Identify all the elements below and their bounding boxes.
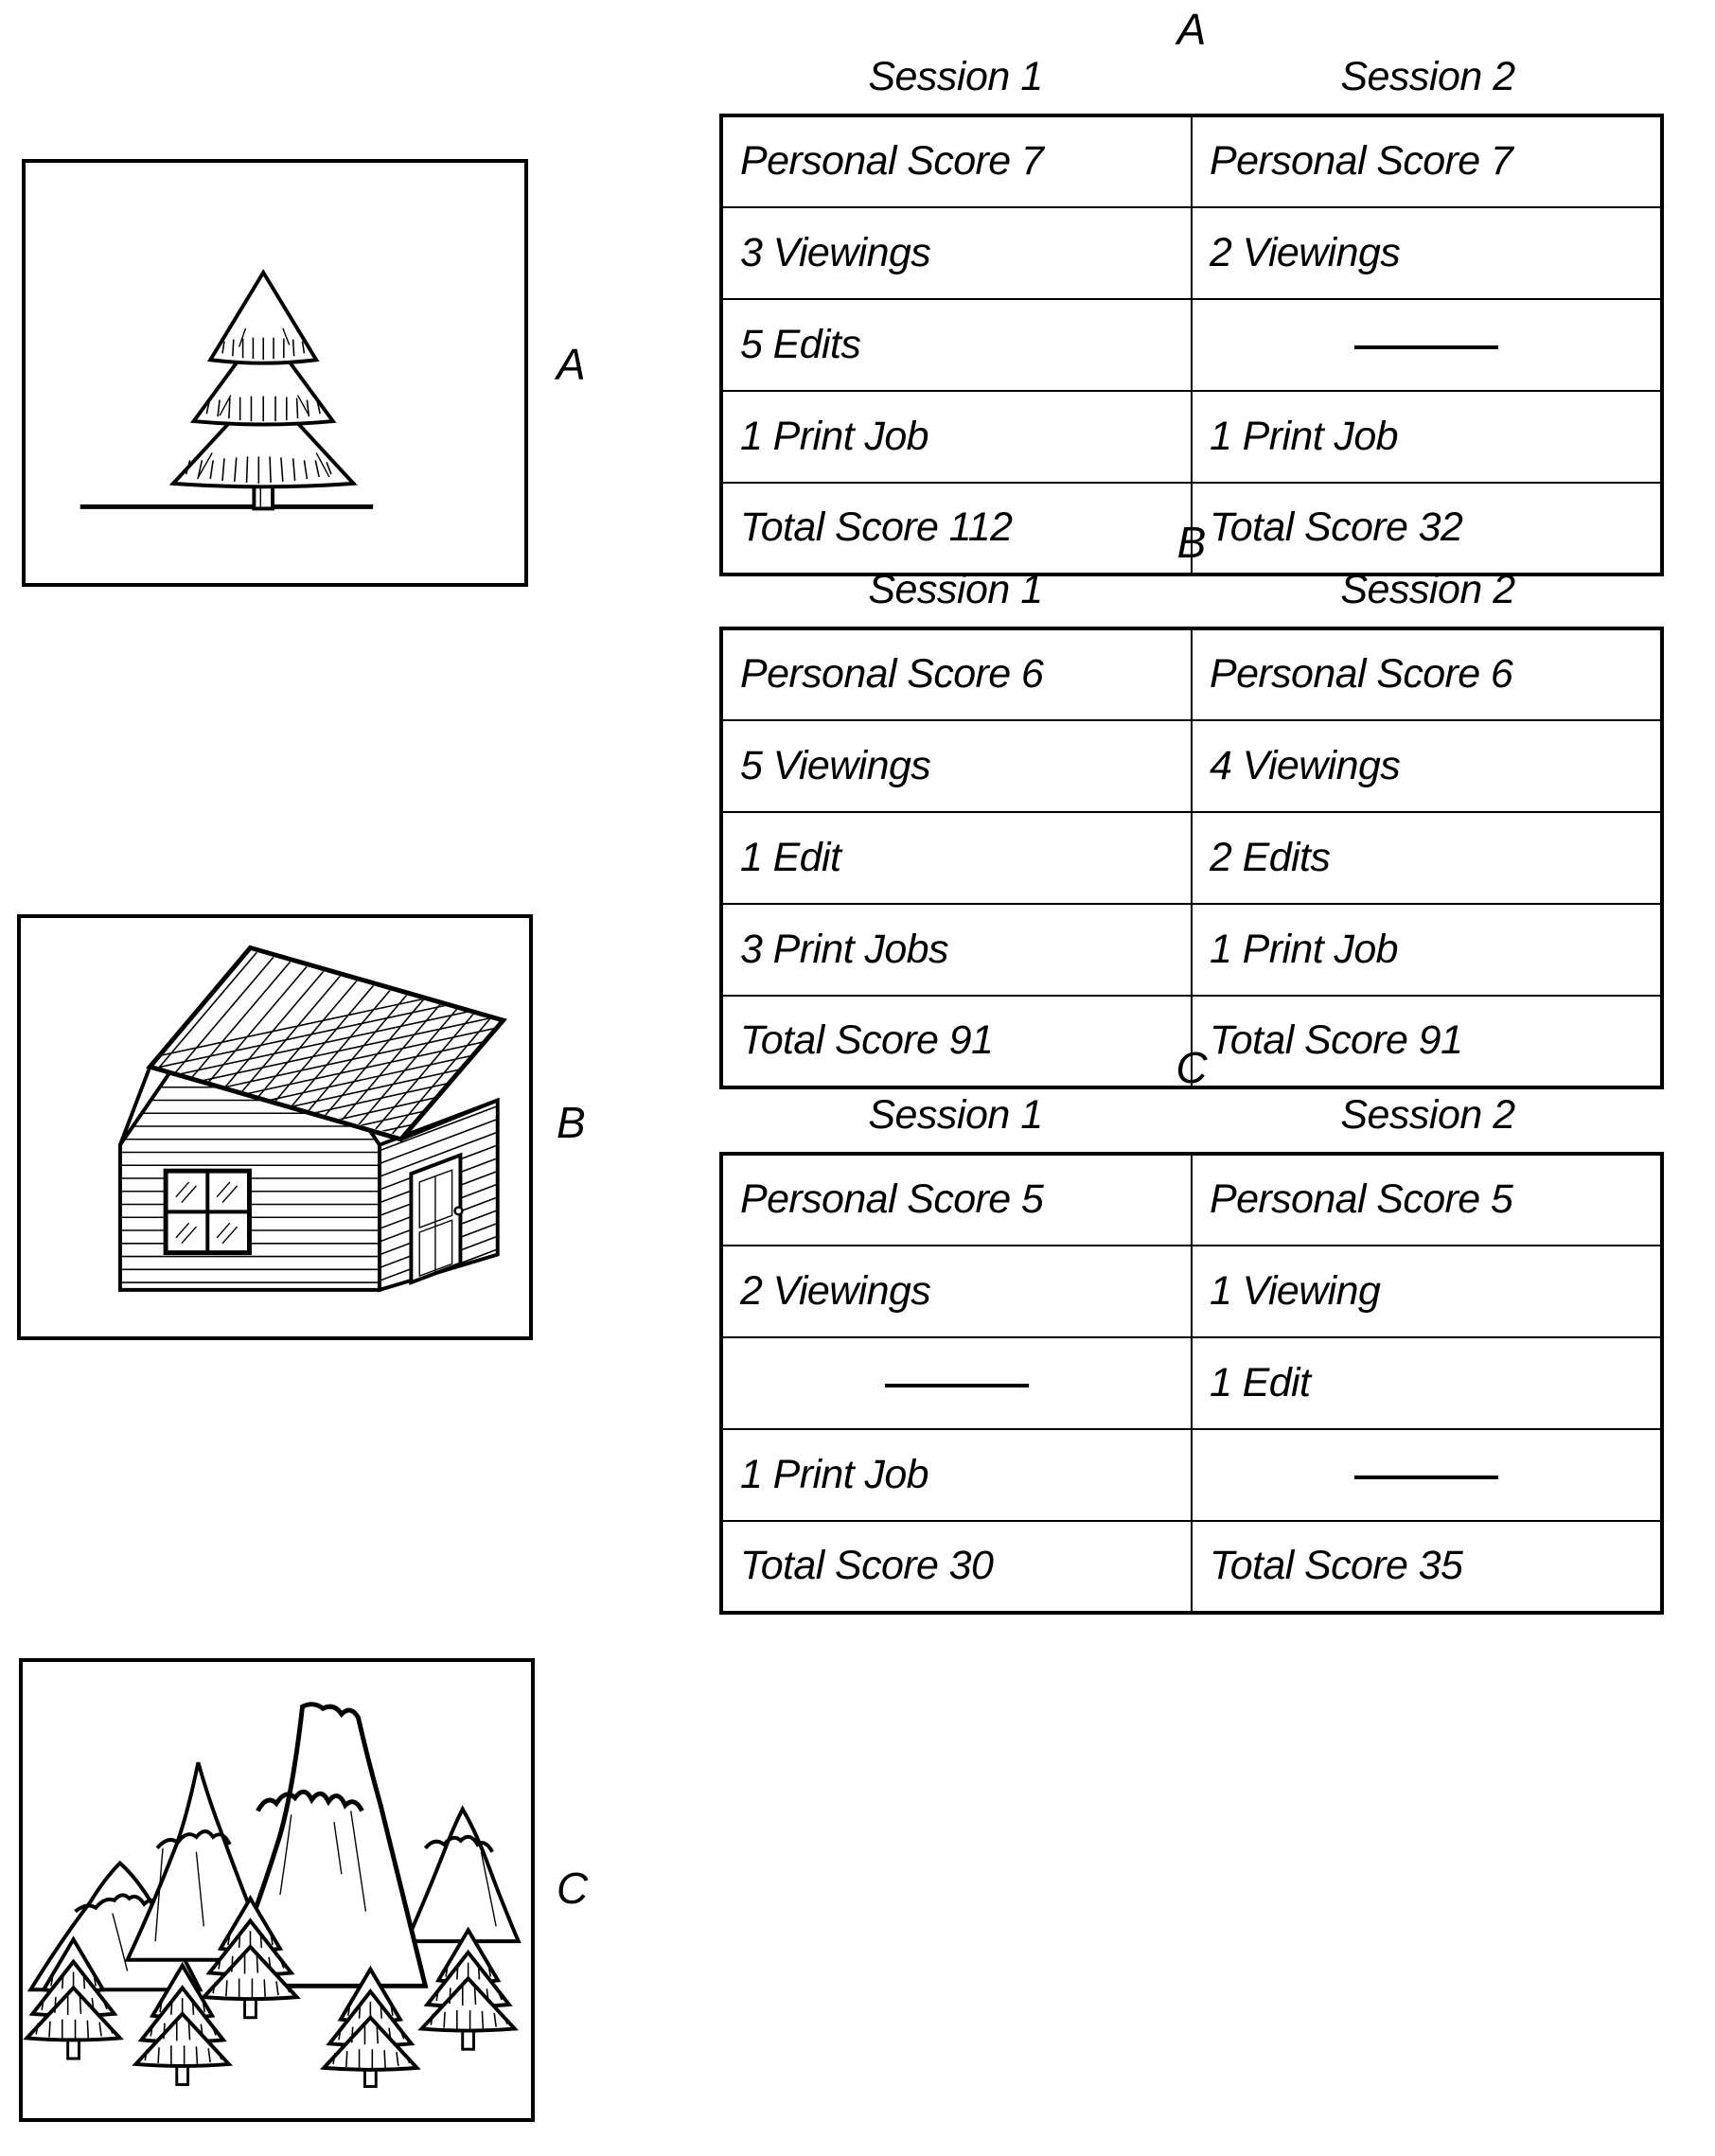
- table-row: 1 Print Job 1 Print Job: [720, 390, 1663, 484]
- table-row: 1 Edit: [720, 1336, 1663, 1430]
- table-row: 3 Viewings 2 Viewings: [720, 206, 1663, 300]
- cell-session1-print-jobs: 1 Print Job: [720, 1428, 1193, 1522]
- cell-session1-edits: 5 Edits: [720, 298, 1193, 392]
- cell-session1-print-jobs: 3 Print Jobs: [720, 903, 1193, 997]
- table-b-column-headers: Session 1 Session 2: [719, 567, 1664, 612]
- table-row: Personal Score 6 Personal Score 6: [720, 627, 1663, 721]
- em-dash-icon: [1354, 1475, 1498, 1479]
- column-header-session-1: Session 1: [868, 54, 1043, 99]
- cell-session1-personal-score: Personal Score 6: [720, 627, 1193, 721]
- metrics-table-b: Personal Score 6 Personal Score 6 5 View…: [719, 627, 1664, 1089]
- column-header-session-2: Session 2: [1340, 54, 1515, 99]
- column-header-session-1: Session 1: [868, 1092, 1043, 1138]
- cell-session2-personal-score: Personal Score 6: [1191, 627, 1663, 721]
- cell-session2-edits: 1 Edit: [1191, 1336, 1663, 1430]
- table-title-a: A: [1176, 5, 1207, 54]
- cell-session1-edits: 1 Edit: [720, 811, 1193, 905]
- house-drawing: [117, 945, 507, 1293]
- table-c-column-headers: Session 1 Session 2: [719, 1092, 1664, 1138]
- figure-frame-c: [19, 1658, 535, 2122]
- table-title-c: C: [1176, 1043, 1208, 1092]
- table-block-c: C Session 1 Session 2 Personal Score 5 P…: [719, 1046, 1664, 1636]
- column-header-session-2: Session 2: [1340, 1092, 1515, 1138]
- figure-frame-a: [22, 159, 528, 587]
- image-label-a: A: [557, 340, 586, 389]
- cell-session2-print-jobs: 1 Print Job: [1191, 390, 1663, 484]
- image-label-c: C: [557, 1864, 589, 1913]
- cell-session2-edits: 2 Edits: [1191, 811, 1663, 905]
- table-block-a: A Session 1 Session 2 Personal Score 7 P…: [719, 8, 1664, 598]
- cell-session1-personal-score: Personal Score 5: [720, 1153, 1193, 1246]
- cell-session2-viewings: 4 Viewings: [1191, 719, 1663, 813]
- image-label-b: B: [557, 1098, 586, 1147]
- metrics-table-a: Personal Score 7 Personal Score 7 3 View…: [719, 114, 1664, 576]
- cell-session1-edits-empty: [720, 1336, 1193, 1430]
- cell-session1-viewings: 3 Viewings: [720, 206, 1193, 300]
- table-row: 2 Viewings 1 Viewing: [720, 1245, 1663, 1338]
- table-row: Total Score 30 Total Score 35: [720, 1520, 1663, 1614]
- table-row: 1 Edit 2 Edits: [720, 811, 1663, 905]
- table-row: 5 Edits: [720, 298, 1663, 392]
- cell-session2-personal-score: Personal Score 5: [1191, 1153, 1663, 1246]
- mountain-scene-drawing: [23, 1702, 522, 2089]
- column-header-session-1: Session 1: [868, 567, 1043, 612]
- metrics-table-c: Personal Score 5 Personal Score 5 2 View…: [719, 1152, 1664, 1615]
- table-row: Personal Score 7 Personal Score 7: [720, 115, 1663, 208]
- cell-session2-total-score: Total Score 35: [1191, 1520, 1663, 1614]
- cell-session2-viewings: 1 Viewing: [1191, 1245, 1663, 1338]
- cell-session2-print-jobs: 1 Print Job: [1191, 903, 1663, 997]
- tree-drawing: [80, 269, 374, 511]
- table-title-b: B: [1176, 518, 1207, 567]
- cell-session1-total-score: Total Score 30: [720, 1520, 1193, 1614]
- table-row: 5 Viewings 4 Viewings: [720, 719, 1663, 813]
- cell-session2-viewings: 2 Viewings: [1191, 206, 1663, 300]
- pine-tree-icon: [417, 1926, 520, 2051]
- cell-session2-personal-score: Personal Score 7: [1191, 115, 1663, 208]
- em-dash-icon: [1354, 345, 1498, 349]
- cell-session1-viewings: 5 Viewings: [720, 719, 1193, 813]
- table-row: Personal Score 5 Personal Score 5: [720, 1153, 1663, 1246]
- cell-session1-viewings: 2 Viewings: [720, 1245, 1193, 1338]
- em-dash-icon: [885, 1383, 1029, 1387]
- cell-session2-print-jobs-empty: [1191, 1428, 1663, 1522]
- cell-session2-edits-empty: [1191, 298, 1663, 392]
- cell-session1-personal-score: Personal Score 7: [720, 115, 1193, 208]
- table-block-b: B Session 1 Session 2 Personal Score 6 P…: [719, 521, 1664, 1111]
- table-a-column-headers: Session 1 Session 2: [719, 54, 1664, 99]
- figure-frame-b: [17, 914, 533, 1340]
- column-header-session-2: Session 2: [1340, 567, 1515, 612]
- table-row: 1 Print Job: [720, 1428, 1663, 1522]
- table-row: 3 Print Jobs 1 Print Job: [720, 903, 1663, 997]
- cell-session1-print-jobs: 1 Print Job: [720, 390, 1193, 484]
